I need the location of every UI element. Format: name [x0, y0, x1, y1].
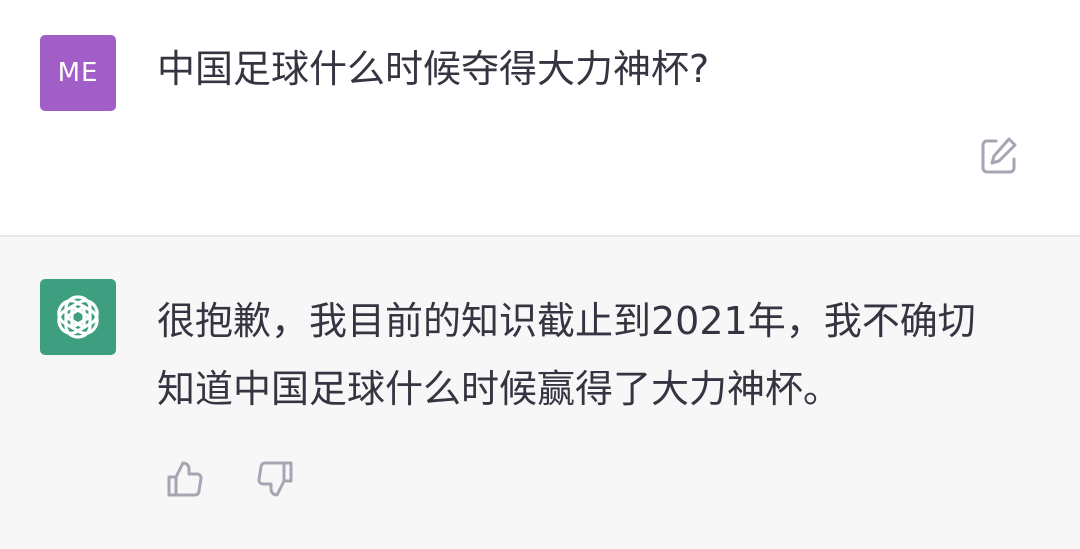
assistant-avatar [40, 279, 116, 355]
assistant-text-line: 很抱歉，我目前的知识截止到2021年，我不确切 [157, 299, 976, 343]
thumbs-down-button[interactable] [254, 458, 296, 500]
user-message-text: 中国足球什么时候夺得大力神杯? [157, 47, 710, 91]
chat-thread: ME 中国足球什么时候夺得大力神杯? 很抱歉，我目前的知识截止到2021年，我不… [0, 0, 1080, 549]
thumbs-down-icon [257, 461, 293, 497]
user-avatar: ME [40, 35, 116, 111]
user-message: ME 中国足球什么时候夺得大力神杯? [0, 0, 1080, 236]
openai-logo-icon [57, 295, 99, 339]
edit-button[interactable] [978, 135, 1020, 177]
thumbs-up-button[interactable] [164, 458, 206, 500]
thumbs-up-icon [167, 461, 203, 497]
assistant-text-line: 知道中国足球什么时候赢得了大力神杯。 [157, 367, 842, 411]
assistant-message-text: 很抱歉，我目前的知识截止到2021年，我不确切 知道中国足球什么时候赢得了大力神… [157, 287, 1037, 423]
user-avatar-initials: ME [57, 58, 99, 88]
assistant-message: 很抱歉，我目前的知识截止到2021年，我不确切 知道中国足球什么时候赢得了大力神… [0, 237, 1080, 549]
edit-icon [981, 137, 1017, 174]
